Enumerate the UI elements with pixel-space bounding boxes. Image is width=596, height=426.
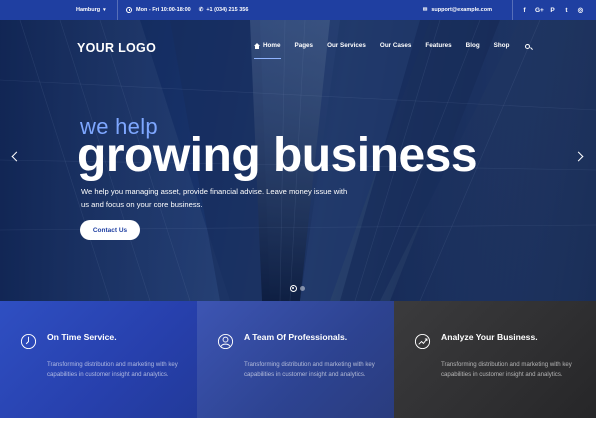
nav-item-features[interactable]: Features xyxy=(425,40,451,51)
location-label: Hamburg xyxy=(76,7,101,13)
nav-item-our-services[interactable]: Our Services xyxy=(327,40,366,51)
feature-card: A Team Of Professionals. Transforming di… xyxy=(197,301,394,418)
slide-dot-1[interactable] xyxy=(290,285,297,292)
hero-slider: YOUR LOGO Home Pages Our Services Our Ca… xyxy=(0,20,596,301)
slider-pagination xyxy=(290,285,305,292)
feature-title: A Team Of Professionals. xyxy=(244,332,348,342)
hours-text: Mon - Fri 10:00-18:00 xyxy=(136,7,191,13)
home-icon xyxy=(254,42,260,49)
email-text: support@example.com xyxy=(431,7,492,13)
phone-icon: ✆ xyxy=(198,7,204,13)
nav-label: Blog xyxy=(465,42,480,49)
feature-card: On Time Service. Transforming distributi… xyxy=(0,301,197,418)
social-links: f G+ P t ◎ xyxy=(513,0,596,20)
feature-text: Transforming distribution and marketing … xyxy=(441,361,572,378)
page-footer-gap xyxy=(0,418,596,426)
user-icon xyxy=(217,333,234,350)
facebook-icon[interactable]: f xyxy=(521,7,528,14)
nav-label: Our Services xyxy=(327,42,366,49)
nav-label: Pages xyxy=(294,42,314,49)
nav-label: Home xyxy=(263,42,281,49)
nav-label: Features xyxy=(425,42,452,49)
feature-card: Analyze Your Business. Transforming dist… xyxy=(394,301,596,418)
clock-icon xyxy=(20,333,37,350)
pinterest-icon[interactable]: P xyxy=(549,7,556,14)
nav-item-home[interactable]: Home xyxy=(254,40,281,59)
slide-dot-2[interactable] xyxy=(300,286,305,291)
feature-text: Transforming distribution and marketing … xyxy=(47,361,178,378)
feature-title: Analyze Your Business. xyxy=(441,332,538,342)
nav-item-shop[interactable]: Shop xyxy=(494,40,510,51)
site-logo[interactable]: YOUR LOGO xyxy=(77,41,156,55)
nav-label: Shop xyxy=(493,42,510,49)
search-icon xyxy=(525,43,531,49)
email-contact[interactable]: ✉ support@example.com xyxy=(423,0,512,20)
caret-down-icon: ▾ xyxy=(103,7,106,13)
hero-lead-text: We help you managing asset, provide fina… xyxy=(81,187,348,209)
features-row: On Time Service. Transforming distributi… xyxy=(0,301,596,418)
nav-item-pages[interactable]: Pages xyxy=(295,40,314,51)
instagram-icon[interactable]: ◎ xyxy=(577,6,584,14)
location-selector[interactable]: Hamburg ▾ xyxy=(0,0,117,20)
top-bar: Hamburg ▾ Mon - Fri 10:00-18:00 ✆ +1 (03… xyxy=(0,0,596,20)
main-nav: Home Pages Our Services Our Cases Featur… xyxy=(254,40,544,59)
chart-icon xyxy=(414,333,431,350)
clock-icon xyxy=(126,7,132,13)
search-button[interactable] xyxy=(523,40,531,51)
nav-label: Our Cases xyxy=(379,42,412,49)
opening-hours: Mon - Fri 10:00-18:00 xyxy=(118,0,191,20)
twitter-icon[interactable]: t xyxy=(563,7,570,14)
feature-title: On Time Service. xyxy=(47,332,117,342)
contact-us-button[interactable]: Contact Us xyxy=(80,220,140,240)
phone-text: +1 (034) 215 356 xyxy=(206,7,249,13)
hero-headline: growing business xyxy=(77,129,478,182)
nav-item-blog[interactable]: Blog xyxy=(466,40,480,51)
nav-item-our-cases[interactable]: Our Cases xyxy=(380,40,412,51)
feature-text: Transforming distribution and marketing … xyxy=(244,361,375,378)
phone-contact[interactable]: ✆ +1 (034) 215 356 xyxy=(191,0,249,20)
envelope-icon: ✉ xyxy=(422,7,428,13)
google-plus-icon[interactable]: G+ xyxy=(535,7,544,14)
